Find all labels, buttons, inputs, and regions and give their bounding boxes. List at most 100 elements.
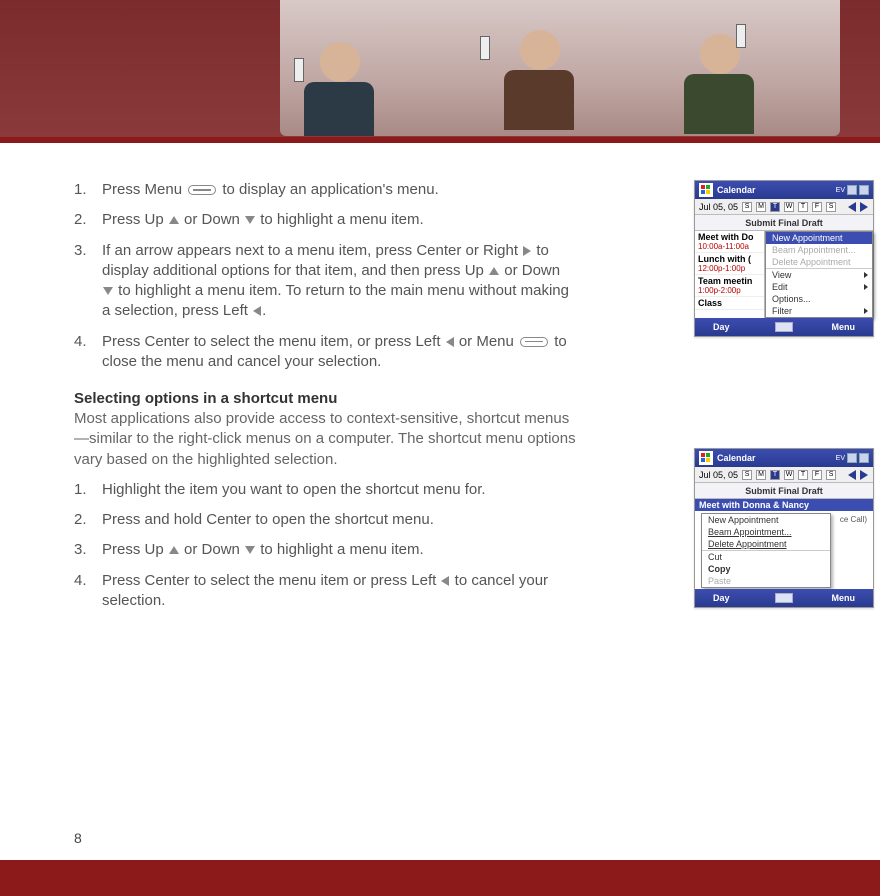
weekday-cell: F <box>812 202 822 212</box>
step-b1: Highlight the item you want to open the … <box>74 480 574 500</box>
section-heading: Selecting options in a shortcut menu <box>74 390 794 407</box>
text: or Down <box>180 541 244 558</box>
menu-item: Options... <box>766 293 872 305</box>
text: or Menu <box>455 333 518 350</box>
weekday-cell: S <box>742 202 752 212</box>
weekday-cell: S <box>742 470 752 480</box>
softkey-bar: Day Menu <box>695 589 873 607</box>
page-number: 8 <box>74 830 82 846</box>
next-icon <box>860 202 868 212</box>
menu-item: Delete Appointment <box>702 538 830 550</box>
context-menu: New Appointment Beam Appointment... Dele… <box>765 231 873 318</box>
close-icon <box>859 185 869 195</box>
window-titlebar: Calendar EV <box>695 449 873 467</box>
menu-item-disabled: Paste <box>702 575 830 587</box>
weekday-cell: F <box>812 470 822 480</box>
text: or Down <box>500 262 560 279</box>
keyboard-icon <box>775 593 793 603</box>
text: . <box>262 302 266 319</box>
event-row: Class <box>695 297 764 310</box>
step-a1: Press Menu to display an application's m… <box>74 180 574 200</box>
steps-list-b: Highlight the item you want to open the … <box>74 480 794 611</box>
step-a4: Press Center to select the menu item, or… <box>74 332 574 373</box>
hero-banner <box>0 0 880 140</box>
softkey-right: Menu <box>832 322 856 332</box>
text: Press Menu <box>102 181 186 198</box>
weekday-cell: M <box>756 202 766 212</box>
up-icon <box>489 267 499 275</box>
down-icon <box>245 216 255 224</box>
left-icon <box>446 337 454 347</box>
weekday-cell: S <box>826 202 836 212</box>
menu-item: Filter <box>766 305 872 317</box>
chevron-right-icon <box>864 272 868 278</box>
menu-item: View <box>766 269 872 281</box>
menu-icon <box>188 185 216 195</box>
signal-icon <box>847 453 857 463</box>
screenshot-calendar-menu: Calendar EV Jul 05, 05 S M T W T F S Sub… <box>694 180 874 337</box>
page-content: Press Menu to display an application's m… <box>74 180 794 621</box>
softkey-left: Day <box>713 322 730 332</box>
divider-red <box>0 137 880 143</box>
weekday-cell-selected: T <box>770 470 780 480</box>
text: to highlight a menu item. <box>256 541 424 558</box>
event-title: Submit Final Draft <box>695 215 873 231</box>
up-icon <box>169 546 179 554</box>
status-text: EV <box>836 187 845 194</box>
selected-event: Meet with Donna & Nancy <box>695 499 873 511</box>
section-intro: Most applications also provide access to… <box>74 409 578 470</box>
weekday-cell: M <box>756 470 766 480</box>
step-b2: Press and hold Center to open the shortc… <box>74 510 574 530</box>
text: If an arrow appears next to a menu item,… <box>102 242 522 259</box>
window-title: Calendar <box>717 185 756 195</box>
menu-item-disabled: Beam Appointment... <box>766 244 872 256</box>
menu-item: Cut <box>702 551 830 563</box>
event-title: Submit Final Draft <box>695 483 873 499</box>
signal-icon <box>847 185 857 195</box>
close-icon <box>859 453 869 463</box>
text: or Down <box>180 211 244 228</box>
event-list: Meet with Do10:00a-11:00a Lunch with (12… <box>695 231 765 318</box>
prev-icon <box>848 202 856 212</box>
weekday-cell: W <box>784 470 794 480</box>
status-icons: EV <box>836 453 869 463</box>
step-b4: Press Center to select the menu item or … <box>74 571 574 612</box>
weekday-cell: S <box>826 470 836 480</box>
start-icon <box>699 451 713 465</box>
date-label: Jul 05, 05 <box>699 202 738 212</box>
event-row: Lunch with (12:00p-1:00p <box>695 253 764 275</box>
event-row: Meet with Do10:00a-11:00a <box>695 231 764 253</box>
event-row: Team meetin1:00p-2:00p <box>695 275 764 297</box>
up-icon <box>169 216 179 224</box>
weekday-cell: W <box>784 202 794 212</box>
menu-item: Edit <box>766 281 872 293</box>
softkey-bar: Day Menu <box>695 318 873 336</box>
text: Press Center to select the menu item or … <box>102 572 440 589</box>
steps-list-a: Press Menu to display an application's m… <box>74 180 794 372</box>
step-a2: Press Up or Down to highlight a menu ite… <box>74 210 574 230</box>
text: Press Center to select the menu item, or… <box>102 333 445 350</box>
text: Press Up <box>102 211 168 228</box>
left-icon <box>253 306 261 316</box>
menu-icon <box>520 337 548 347</box>
screenshot-calendar-shortcut: Calendar EV Jul 05, 05 S M T W T F S Sub… <box>694 448 874 608</box>
menu-item: New Appointment <box>702 514 830 526</box>
hero-photo <box>280 0 840 136</box>
step-b3: Press Up or Down to highlight a menu ite… <box>74 540 574 560</box>
weekday-cell-selected: T <box>770 202 780 212</box>
down-icon <box>103 287 113 295</box>
chevron-right-icon <box>864 308 868 314</box>
menu-item: Copy <box>702 563 830 575</box>
shortcut-menu: New Appointment Beam Appointment... Dele… <box>701 513 831 588</box>
prev-icon <box>848 470 856 480</box>
window-title: Calendar <box>717 453 756 463</box>
next-icon <box>860 470 868 480</box>
text: Press Up <box>102 541 168 558</box>
step-a3: If an arrow appears next to a menu item,… <box>74 241 574 322</box>
menu-item: Beam Appointment... <box>702 526 830 538</box>
keyboard-icon <box>775 322 793 332</box>
right-icon <box>523 246 531 256</box>
start-icon <box>699 183 713 197</box>
weekday-cell: T <box>798 202 808 212</box>
left-icon <box>441 576 449 586</box>
